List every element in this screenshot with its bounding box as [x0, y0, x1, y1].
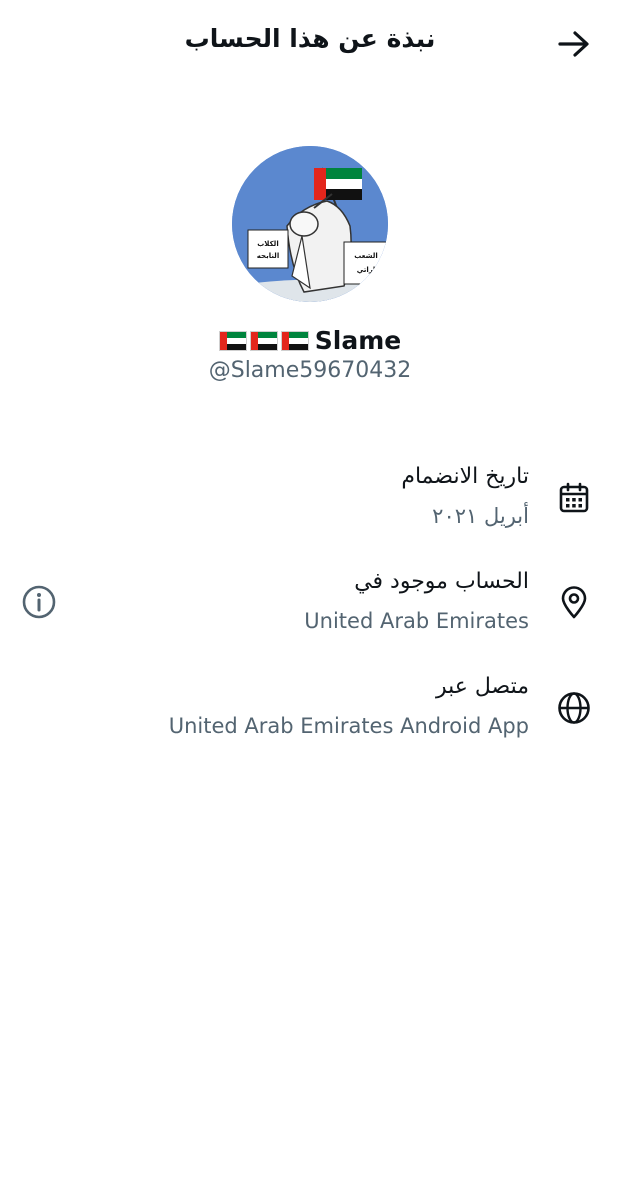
display-name-text: Slame [314, 326, 402, 355]
location-value: United Arab Emirates [304, 609, 529, 633]
svg-text:الشعب: الشعب [354, 252, 378, 260]
name-emojis [218, 330, 309, 351]
globe-icon [558, 692, 590, 724]
avatar[interactable]: الكلاب النابحه الشعب اراتي [232, 146, 388, 302]
location-icon-wrap [554, 583, 594, 623]
connected-label: متصل عبر [435, 674, 529, 699]
joined-value: أبريل ٢٠٢١ [432, 504, 529, 528]
location-info-button[interactable] [19, 582, 59, 622]
header: نبذة عن هذا الحساب [0, 0, 620, 90]
back-button[interactable] [552, 26, 596, 62]
arrow-right-icon [558, 31, 589, 57]
globe-icon-wrap [554, 688, 594, 728]
location-row: الحساب موجود في United Arab Emirates [0, 563, 620, 643]
joined-label: تاريخ الانضمام [401, 464, 529, 489]
calendar-icon [559, 482, 589, 513]
svg-text:النابحه: النابحه [257, 252, 279, 260]
about-account-screen: نبذة عن هذا الحساب الكلاب النابحه الشعب … [0, 0, 620, 1200]
calendar-icon-wrap [554, 478, 594, 518]
location-pin-icon [561, 586, 587, 619]
uae-flag-icon [249, 330, 278, 351]
connected-row: متصل عبر United Arab Emirates Android Ap… [0, 668, 620, 748]
uae-flag-icon [280, 330, 309, 351]
location-label: الحساب موجود في [354, 569, 529, 594]
uae-flag-icon [218, 330, 247, 351]
info-icon [22, 585, 56, 619]
page-title: نبذة عن هذا الحساب [184, 24, 436, 53]
username-handle: @Slame59670432 [208, 358, 412, 383]
svg-text:الكلاب: الكلاب [257, 240, 278, 248]
connected-value: United Arab Emirates Android App [168, 714, 529, 738]
svg-text:اراتي: اراتي [357, 266, 376, 274]
joined-row: تاريخ الانضمام أبريل ٢٠٢١ [0, 458, 620, 538]
avatar-image: الكلاب النابحه الشعب اراتي [232, 146, 388, 302]
display-name: Slame [0, 326, 620, 355]
